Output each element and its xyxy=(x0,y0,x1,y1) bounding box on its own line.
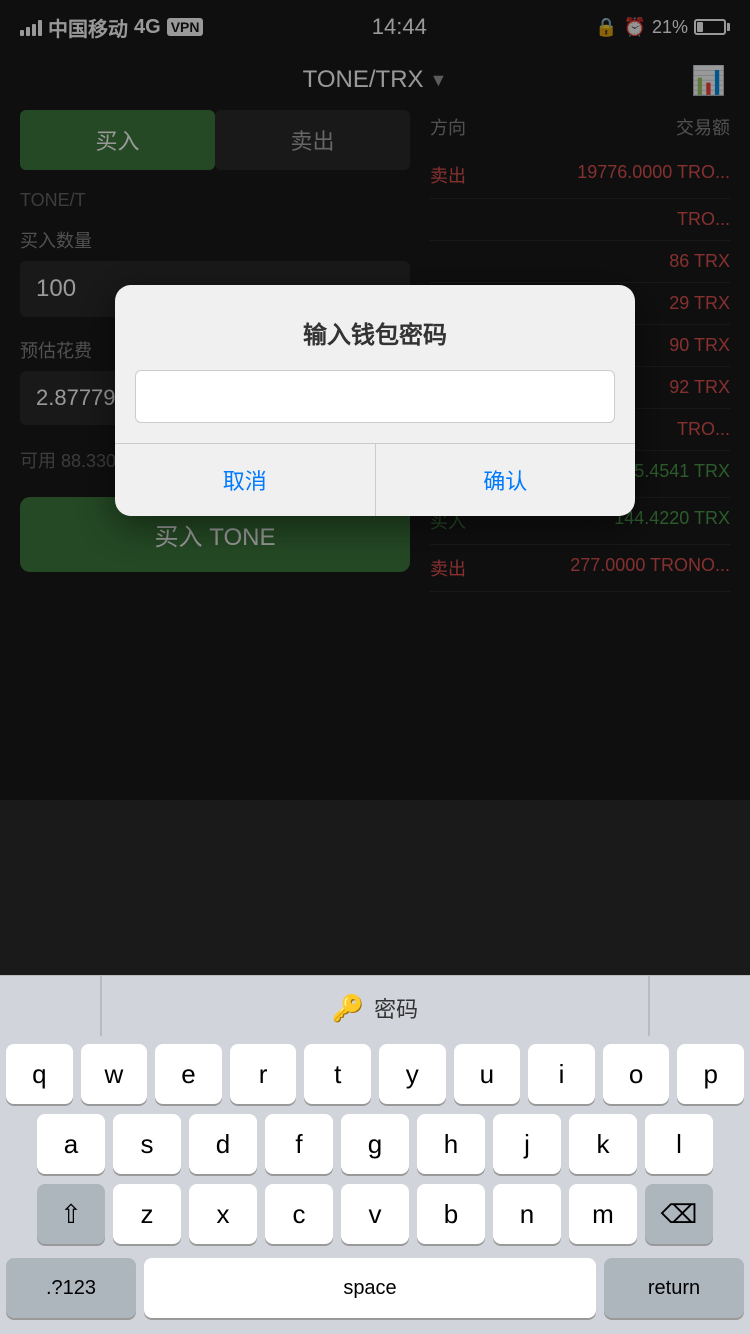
key-j[interactable]: j xyxy=(493,1114,561,1174)
key-c[interactable]: c xyxy=(265,1184,333,1244)
keyboard-password-label: 密码 xyxy=(374,992,418,1024)
key-t[interactable]: t xyxy=(304,1044,371,1104)
key-x[interactable]: x xyxy=(189,1184,257,1244)
key-n[interactable]: n xyxy=(493,1184,561,1244)
key-row-2-inner: zxcvbnm xyxy=(113,1184,637,1244)
shift-key[interactable]: ⇧ xyxy=(37,1184,105,1244)
dialog-overlay: 输入钱包密码 取消 确认 xyxy=(0,0,750,800)
divider-left xyxy=(100,976,102,1036)
key-g[interactable]: g xyxy=(341,1114,409,1174)
key-z[interactable]: z xyxy=(113,1184,181,1244)
return-key[interactable]: return xyxy=(604,1258,744,1318)
keyboard: qwertyuiop asdfghjkl ⇧ zxcvbnm ⌫ xyxy=(0,1036,750,1258)
keyboard-bottom-row: .?123 space return xyxy=(0,1258,750,1334)
key-row-1: qwertyuiop xyxy=(6,1044,744,1104)
keyboard-area: 🔑 密码 qwertyuiop asdfghjkl ⇧ zxcvbnm ⌫ .?… xyxy=(0,975,750,1334)
key-f[interactable]: f xyxy=(265,1114,333,1174)
key-icon: 🔑 xyxy=(332,993,364,1024)
key-v[interactable]: v xyxy=(341,1184,409,1244)
key-q[interactable]: q xyxy=(6,1044,73,1104)
dialog-title: 输入钱包密码 xyxy=(115,285,635,370)
key-r[interactable]: r xyxy=(230,1044,297,1104)
confirm-button[interactable]: 确认 xyxy=(376,444,636,516)
key-s[interactable]: s xyxy=(113,1114,181,1174)
key-m[interactable]: m xyxy=(569,1184,637,1244)
cancel-button[interactable]: 取消 xyxy=(115,444,376,516)
key-e[interactable]: e xyxy=(155,1044,222,1104)
key-p[interactable]: p xyxy=(677,1044,744,1104)
symbol-key[interactable]: .?123 xyxy=(6,1258,136,1318)
backspace-key[interactable]: ⌫ xyxy=(645,1184,713,1244)
key-o[interactable]: o xyxy=(603,1044,670,1104)
key-w[interactable]: w xyxy=(81,1044,148,1104)
key-row-2: asdfghjkl xyxy=(6,1114,744,1174)
key-row-3: ⇧ zxcvbnm ⌫ xyxy=(6,1184,744,1244)
dialog-input-wrap xyxy=(115,370,635,443)
space-key[interactable]: space xyxy=(144,1258,596,1318)
keyboard-label-row: 🔑 密码 xyxy=(0,975,750,1036)
dialog-buttons: 取消 确认 xyxy=(115,443,635,516)
key-k[interactable]: k xyxy=(569,1114,637,1174)
password-input[interactable] xyxy=(135,370,615,423)
key-l[interactable]: l xyxy=(645,1114,713,1174)
key-h[interactable]: h xyxy=(417,1114,485,1174)
key-i[interactable]: i xyxy=(528,1044,595,1104)
key-d[interactable]: d xyxy=(189,1114,257,1174)
key-y[interactable]: y xyxy=(379,1044,446,1104)
password-dialog: 输入钱包密码 取消 确认 xyxy=(115,285,635,516)
key-a[interactable]: a xyxy=(37,1114,105,1174)
key-u[interactable]: u xyxy=(454,1044,521,1104)
key-b[interactable]: b xyxy=(417,1184,485,1244)
divider-right xyxy=(648,976,650,1036)
